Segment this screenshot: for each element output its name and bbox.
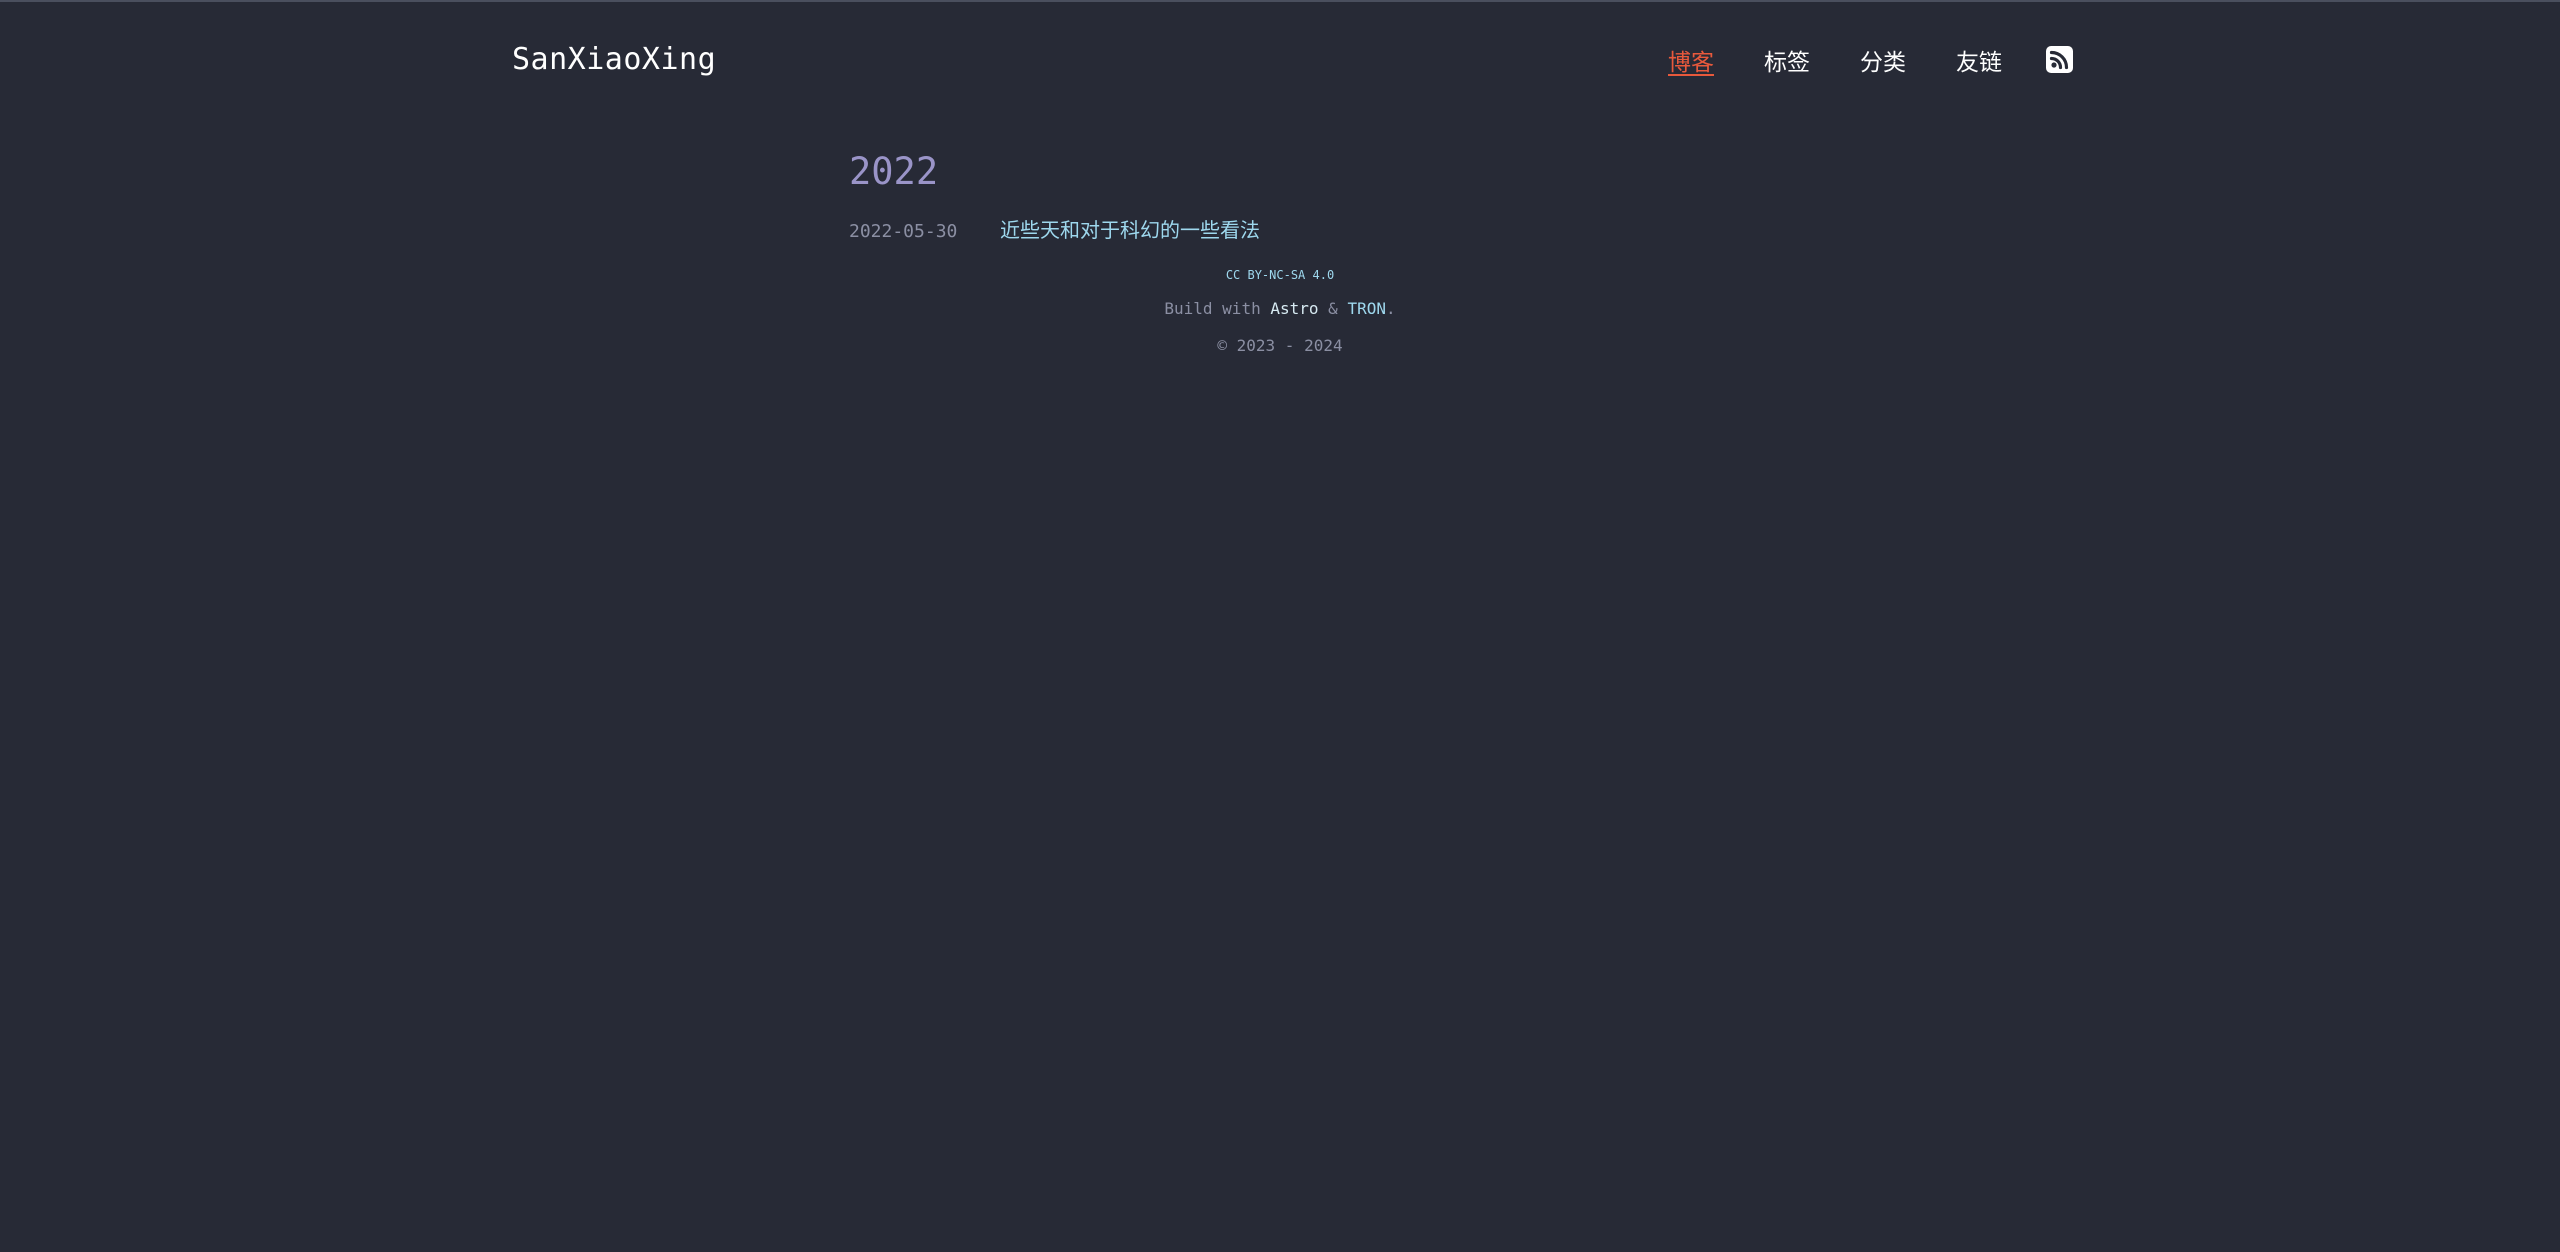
site-title-link[interactable]: SanXiaoXing — [512, 40, 716, 80]
post-date: 2022-05-30 — [849, 221, 958, 242]
main-nav: 博客 标签 分类 友链 — [1618, 44, 2073, 82]
build-info: Build with Astro & TRON. — [0, 298, 2560, 320]
post-list-item: 2022-05-30 近些天和对于科幻的一些看法 — [849, 214, 1260, 243]
nav-item-friend-links[interactable]: 友链 — [1956, 44, 2002, 82]
nav-item-categories[interactable]: 分类 — [1860, 44, 1906, 82]
footer: CC BY-NC-SA 4.0 Build with Astro & TRON.… — [0, 264, 2560, 357]
rss-icon[interactable] — [2046, 45, 2073, 73]
post-title-link[interactable]: 近些天和对于科幻的一些看法 — [1000, 214, 1260, 243]
license-link[interactable]: CC BY-NC-SA 4.0 — [1226, 266, 1334, 284]
nav-item-blog[interactable]: 博客 — [1668, 44, 1714, 82]
tron-link[interactable]: TRON — [1347, 299, 1386, 318]
archive-year-heading: 2022 — [849, 150, 939, 193]
build-prefix: Build with — [1164, 299, 1261, 318]
astro-link[interactable]: Astro — [1270, 299, 1318, 318]
copyright-text: © 2023 - 2024 — [1217, 336, 1343, 355]
nav-item-tags[interactable]: 标签 — [1764, 44, 1810, 82]
build-ampersand: & — [1328, 299, 1338, 318]
build-period: . — [1385, 299, 1396, 318]
